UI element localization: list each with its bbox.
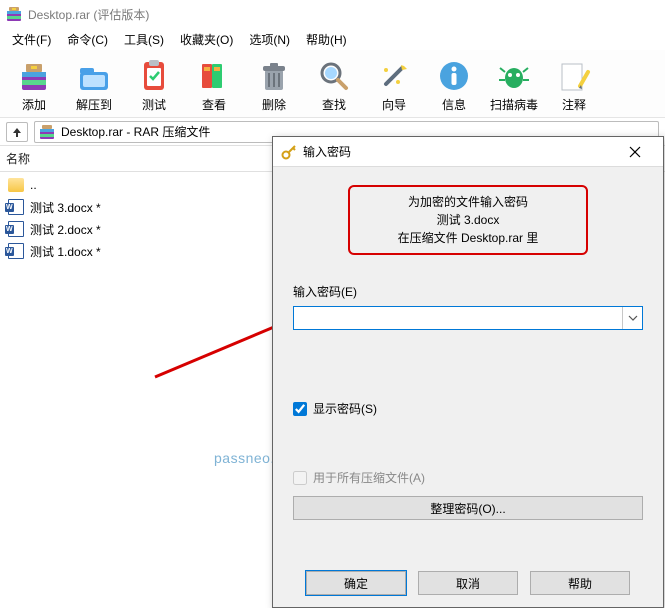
add-icon — [16, 58, 52, 94]
password-label: 输入密码(E) — [293, 283, 643, 300]
dialog-button-row: 确定 取消 帮助 — [273, 571, 663, 595]
find-icon — [316, 58, 352, 94]
window-title: Desktop.rar (评估版本) — [28, 6, 149, 23]
for-all-label: 用于所有压缩文件(A) — [313, 469, 425, 486]
menu-tools[interactable]: 工具(S) — [116, 29, 172, 50]
password-input[interactable] — [294, 307, 622, 329]
tool-extract[interactable]: 解压到 — [64, 54, 124, 117]
tool-test[interactable]: 测试 — [124, 54, 184, 117]
hint-box: 为加密的文件输入密码 测试 3.docx 在压缩文件 Desktop.rar 里 — [348, 185, 588, 255]
menu-bar: 文件(F) 命令(C) 工具(S) 收藏夹(O) 选项(N) 帮助(H) — [0, 28, 665, 50]
tool-scan-label: 扫描病毒 — [490, 96, 538, 113]
tool-comment-label: 注释 — [562, 96, 586, 113]
path-text: Desktop.rar - RAR 压缩文件 — [61, 123, 210, 140]
rar-icon — [6, 6, 22, 22]
tool-add-label: 添加 — [22, 96, 46, 113]
dialog-title: 输入密码 — [303, 143, 351, 160]
tool-delete-label: 删除 — [262, 96, 286, 113]
tool-extract-label: 解压到 — [76, 96, 112, 113]
hint-line1: 为加密的文件输入密码 — [358, 193, 578, 211]
view-icon — [196, 58, 232, 94]
menu-help[interactable]: 帮助(H) — [298, 29, 355, 50]
rar-icon-small — [39, 124, 55, 140]
docx-icon — [8, 199, 24, 215]
for-all-input[interactable] — [293, 471, 307, 485]
docx-icon — [8, 221, 24, 237]
file-name: 测试 3.docx * — [30, 199, 101, 216]
file-name: .. — [30, 178, 37, 192]
file-name: 测试 2.docx * — [30, 221, 101, 238]
hint-line3: 在压缩文件 Desktop.rar 里 — [358, 229, 578, 247]
scan-icon — [496, 58, 532, 94]
folder-icon — [8, 178, 24, 192]
hint-line2: 测试 3.docx — [358, 211, 578, 229]
tool-info-label: 信息 — [442, 96, 466, 113]
chevron-down-icon — [628, 315, 638, 321]
help-button[interactable]: 帮助 — [530, 571, 630, 595]
dropdown-button[interactable] — [622, 307, 642, 329]
window-titlebar: Desktop.rar (评估版本) — [0, 0, 665, 28]
tool-scan[interactable]: 扫描病毒 — [484, 54, 544, 117]
tool-comment[interactable]: 注释 — [544, 54, 604, 117]
menu-commands[interactable]: 命令(C) — [59, 29, 116, 50]
menu-file[interactable]: 文件(F) — [4, 29, 59, 50]
extract-icon — [76, 58, 112, 94]
ok-button[interactable]: 确定 — [306, 571, 406, 595]
tool-view[interactable]: 查看 — [184, 54, 244, 117]
wizard-icon — [376, 58, 412, 94]
comment-icon — [556, 58, 592, 94]
menu-options[interactable]: 选项(N) — [241, 29, 298, 50]
show-password-checkbox[interactable]: 显示密码(S) — [293, 400, 643, 417]
for-all-checkbox[interactable]: 用于所有压缩文件(A) — [293, 469, 643, 486]
delete-icon — [256, 58, 292, 94]
tool-view-label: 查看 — [202, 96, 226, 113]
docx-icon — [8, 243, 24, 259]
password-dialog: 输入密码 为加密的文件输入密码 测试 3.docx 在压缩文件 Desktop.… — [272, 136, 664, 608]
tool-add[interactable]: 添加 — [4, 54, 64, 117]
tool-wizard[interactable]: 向导 — [364, 54, 424, 117]
test-icon — [136, 58, 172, 94]
organize-passwords-button[interactable]: 整理密码(O)... — [293, 496, 643, 520]
dialog-close-button[interactable] — [615, 138, 655, 166]
tool-wizard-label: 向导 — [382, 96, 406, 113]
up-button[interactable] — [6, 122, 28, 142]
dialog-titlebar: 输入密码 — [273, 137, 663, 167]
file-name: 测试 1.docx * — [30, 243, 101, 260]
column-name: 名称 — [6, 150, 30, 167]
password-combo — [293, 306, 643, 330]
show-password-input[interactable] — [293, 402, 307, 416]
key-icon — [281, 144, 297, 160]
tool-find[interactable]: 查找 — [304, 54, 364, 117]
info-icon — [436, 58, 472, 94]
show-password-label: 显示密码(S) — [313, 400, 377, 417]
close-icon — [629, 146, 641, 158]
tool-find-label: 查找 — [322, 96, 346, 113]
menu-fav[interactable]: 收藏夹(O) — [172, 29, 241, 50]
tool-test-label: 测试 — [142, 96, 166, 113]
tool-delete[interactable]: 删除 — [244, 54, 304, 117]
toolbar: 添加 解压到 测试 查看 删除 查找 向导 — [0, 50, 665, 118]
cancel-button[interactable]: 取消 — [418, 571, 518, 595]
tool-info[interactable]: 信息 — [424, 54, 484, 117]
